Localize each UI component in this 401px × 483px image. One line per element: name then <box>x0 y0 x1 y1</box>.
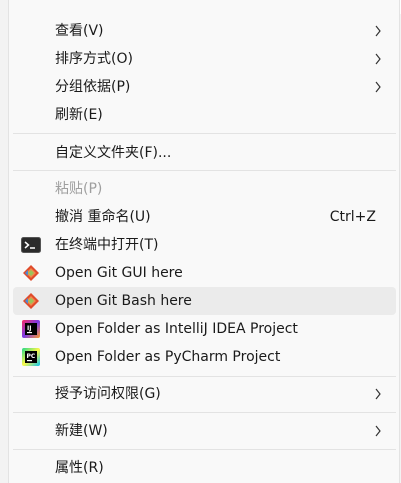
chevron-right-icon <box>374 73 382 101</box>
menu-item-label: 粘贴(P) <box>55 181 103 197</box>
menu-item-open-git-gui[interactable]: Open Git GUI here <box>13 259 396 287</box>
menu-item-undo-rename[interactable]: 撤消 重命名(U) Ctrl+Z <box>13 203 396 231</box>
git-icon <box>21 291 41 311</box>
menu-item-open-git-bash[interactable]: Open Git Bash here <box>13 287 396 315</box>
menu-item-group-by[interactable]: 分组依据(P) <box>13 73 396 101</box>
chevron-right-icon <box>374 45 382 73</box>
menu-separator <box>13 133 396 134</box>
menu-item-label: 新建(W) <box>55 423 108 439</box>
menu-item-open-in-terminal[interactable]: 在终端中打开(T) <box>13 231 396 259</box>
menu-item-label: Open Folder as IntelliJ IDEA Project <box>55 321 298 337</box>
menu-separator <box>13 412 396 413</box>
menu-item-new[interactable]: 新建(W) <box>13 417 396 445</box>
menu-item-label: 查看(V) <box>55 23 104 39</box>
menu-item-label: Open Git GUI here <box>55 265 183 281</box>
menu-item-paste: 粘贴(P) <box>13 175 396 203</box>
svg-text:IJ: IJ <box>27 325 31 332</box>
menu-item-label: Open Git Bash here <box>55 293 192 309</box>
chevron-right-icon <box>374 380 382 408</box>
menu-item-open-intellij[interactable]: IJ Open Folder as IntelliJ IDEA Project <box>13 315 396 343</box>
intellij-icon: IJ <box>21 319 41 339</box>
chevron-right-icon <box>374 417 382 445</box>
menu-separator <box>13 170 396 171</box>
menu-item-label: 属性(R) <box>55 460 104 476</box>
context-menu: 查看(V) 排序方式(O) 分组依据(P) 刷新(E) 自定义文件夹(F)...… <box>8 0 400 483</box>
menu-separator <box>13 376 396 377</box>
menu-item-sort-by[interactable]: 排序方式(O) <box>13 45 396 73</box>
shortcut-label: Ctrl+Z <box>329 209 376 225</box>
menu-item-label: Open Folder as PyCharm Project <box>55 349 281 365</box>
svg-text:PC: PC <box>27 353 36 360</box>
menu-item-label: 自定义文件夹(F)... <box>55 145 172 161</box>
pycharm-icon: PC <box>21 347 41 367</box>
terminal-icon <box>21 235 41 255</box>
menu-item-label: 分组依据(P) <box>55 79 131 95</box>
menu-separator <box>13 449 396 450</box>
git-icon <box>21 263 41 283</box>
menu-item-refresh[interactable]: 刷新(E) <box>13 101 396 129</box>
menu-item-label: 排序方式(O) <box>55 51 133 67</box>
chevron-right-icon <box>374 17 382 45</box>
menu-item-label: 撤消 重命名(U) <box>55 209 151 225</box>
menu-item-label: 刷新(E) <box>55 107 103 123</box>
menu-item-customize-folder[interactable]: 自定义文件夹(F)... <box>13 139 396 167</box>
menu-item-label: 授予访问权限(G) <box>55 386 161 402</box>
menu-item-open-pycharm[interactable]: PC Open Folder as PyCharm Project <box>13 343 396 371</box>
menu-item-view[interactable]: 查看(V) <box>13 17 396 45</box>
menu-item-properties[interactable]: 属性(R) <box>13 454 396 482</box>
menu-item-label: 在终端中打开(T) <box>55 237 159 253</box>
menu-item-grant-access[interactable]: 授予访问权限(G) <box>13 380 396 408</box>
